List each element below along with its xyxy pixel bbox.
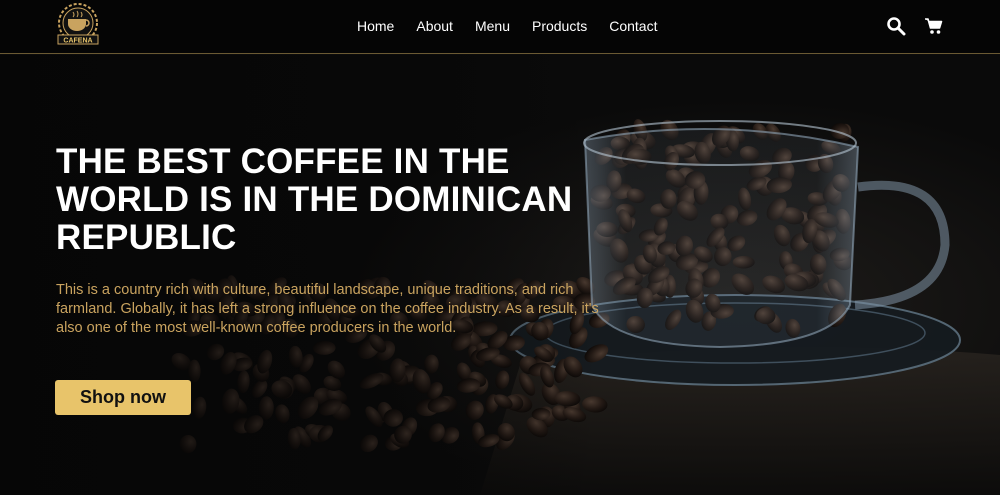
logo-text: CAFENA	[63, 38, 92, 45]
nav-products[interactable]: Products	[532, 18, 587, 34]
main-nav: Home About Menu Products Contact	[357, 18, 679, 34]
nav-home[interactable]: Home	[357, 18, 394, 34]
hero-section: THE BEST COFFEE IN THE WORLD IS IN THE D…	[0, 55, 1000, 495]
nav-contact[interactable]: Contact	[609, 18, 657, 34]
search-icon[interactable]	[886, 16, 906, 36]
hero-overlay	[0, 55, 1000, 495]
nav-menu[interactable]: Menu	[475, 18, 510, 34]
logo[interactable]: CAFENA	[48, 1, 108, 51]
hero-description: This is a country rich with culture, bea…	[56, 282, 599, 336]
nav-icons	[886, 16, 944, 36]
cart-icon[interactable]	[924, 16, 944, 36]
hero-title: THE BEST COFFEE IN THE WORLD IS IN THE D…	[56, 142, 573, 257]
shop-now-button[interactable]: Shop now	[55, 380, 191, 415]
nav-about[interactable]: About	[416, 18, 453, 34]
navbar: CAFENA Home About Menu Products Contact	[0, 0, 1000, 54]
